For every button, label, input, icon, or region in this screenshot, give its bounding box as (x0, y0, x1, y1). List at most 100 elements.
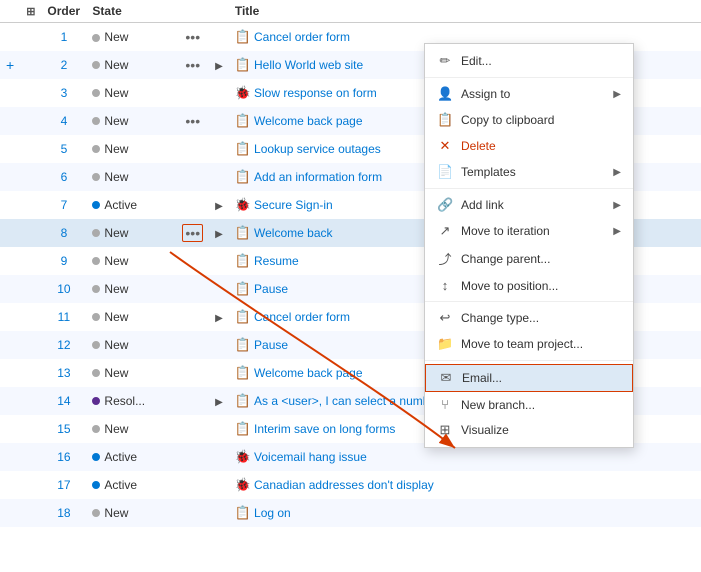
title-link[interactable]: Pause (254, 282, 288, 296)
title-link[interactable]: Secure Sign-in (254, 198, 333, 212)
menu-icon-visualize: ⊞ (437, 422, 453, 438)
order-cell: 2 (41, 51, 86, 79)
menu-submenu-arrow-move-iteration: ▶ (613, 226, 621, 237)
menu-item-visualize[interactable]: ⊞Visualize (425, 417, 633, 443)
add-cell (0, 275, 20, 303)
expand-cell (20, 303, 41, 331)
state-dot (92, 425, 100, 433)
title-link[interactable]: Slow response on form (254, 86, 377, 100)
expand-arrow-icon[interactable]: ▶ (215, 61, 223, 72)
state-dot (92, 509, 100, 517)
dots-cell (176, 275, 209, 303)
book-icon: 📋 (235, 505, 251, 520)
menu-label-change-parent: Change parent... (461, 252, 621, 266)
state-label: New (104, 142, 128, 156)
menu-item-edit[interactable]: ✏Edit... (425, 48, 633, 74)
expand-arrow-cell (209, 79, 229, 107)
title-link[interactable]: Welcome back page (254, 114, 363, 128)
dots-menu-icon[interactable]: ••• (185, 113, 200, 129)
title-link[interactable]: Hello World web site (254, 58, 363, 72)
title-link[interactable]: Welcome back page (254, 366, 363, 380)
order-cell: 4 (41, 107, 86, 135)
expand-arrow-cell: ▶ (209, 219, 229, 247)
state-label: Resol... (104, 394, 145, 408)
state-cell: Resol... (86, 387, 176, 415)
menu-icon-templates: 📄 (437, 164, 453, 180)
col-arrow-header (209, 0, 229, 23)
expand-arrow-cell (209, 107, 229, 135)
dots-cell: ••• (176, 51, 209, 79)
menu-item-email[interactable]: ✉Email... (425, 364, 633, 392)
menu-divider (425, 77, 633, 78)
order-cell: 7 (41, 191, 86, 219)
title-link[interactable]: Interim save on long forms (254, 422, 395, 436)
dots-cell (176, 191, 209, 219)
menu-icon-change-type: ↩ (437, 310, 453, 326)
title-link[interactable]: Add an information form (254, 170, 382, 184)
title-link[interactable]: Welcome back (254, 226, 332, 240)
menu-label-new-branch: New branch... (461, 398, 621, 412)
menu-item-delete[interactable]: ✕Delete (425, 133, 633, 159)
add-row-icon[interactable]: + (6, 57, 14, 73)
add-cell (0, 387, 20, 415)
menu-submenu-arrow-add-link: ▶ (613, 200, 621, 211)
title-link[interactable]: Cancel order form (254, 310, 350, 324)
dots-cell (176, 359, 209, 387)
book-icon: 📋 (235, 225, 251, 240)
state-cell: Active (86, 191, 176, 219)
menu-item-move-team[interactable]: 📁Move to team project... (425, 331, 633, 357)
expand-cell (20, 51, 41, 79)
dots-menu-icon[interactable]: ••• (185, 57, 200, 73)
expand-arrow-cell (209, 443, 229, 471)
order-cell: 14 (41, 387, 86, 415)
book-icon: 📋 (235, 421, 251, 436)
menu-item-move-position[interactable]: ↕Move to position... (425, 273, 633, 298)
expand-arrow-icon[interactable]: ▶ (215, 397, 223, 408)
title-link[interactable]: As a <user>, I can select a numbe (254, 394, 436, 408)
menu-item-new-branch[interactable]: ⑂New branch... (425, 392, 633, 417)
add-cell (0, 303, 20, 331)
book-icon: 📋 (235, 337, 251, 352)
col-expand-header: ⊞ (20, 0, 41, 23)
expand-arrow-icon[interactable]: ▶ (215, 313, 223, 324)
menu-item-move-iteration[interactable]: ↗Move to iteration▶ (425, 218, 633, 244)
state-label: New (104, 282, 128, 296)
menu-item-change-type[interactable]: ↩Change type... (425, 305, 633, 331)
menu-icon-change-parent: ⤴ (437, 249, 453, 268)
title-link[interactable]: Resume (254, 254, 299, 268)
dots-menu-icon[interactable]: ••• (185, 29, 200, 45)
state-cell: New (86, 331, 176, 359)
dots-cell (176, 331, 209, 359)
menu-label-move-team: Move to team project... (461, 337, 621, 351)
menu-label-edit: Edit... (461, 54, 621, 68)
title-link[interactable]: Cancel order form (254, 30, 350, 44)
menu-item-copy-clipboard[interactable]: 📋Copy to clipboard (425, 107, 633, 133)
table-row: 17Active🐞Canadian addresses don't displa… (0, 471, 701, 499)
title-link[interactable]: Canadian addresses don't display (254, 478, 434, 492)
expand-arrow-cell: ▶ (209, 51, 229, 79)
menu-icon-email: ✉ (438, 370, 454, 386)
menu-divider (425, 188, 633, 189)
add-cell (0, 191, 20, 219)
state-cell: New (86, 219, 176, 247)
expand-arrow-cell: ▶ (209, 387, 229, 415)
expand-arrow-icon[interactable]: ▶ (215, 201, 223, 212)
menu-item-change-parent[interactable]: ⤴ Change parent... (425, 244, 633, 273)
dots-menu-icon[interactable]: ••• (182, 224, 203, 242)
title-link[interactable]: Voicemail hang issue (254, 450, 367, 464)
title-link[interactable]: Log on (254, 506, 291, 520)
book-icon: 📋 (235, 365, 251, 380)
state-label: New (104, 86, 128, 100)
state-dot (92, 481, 100, 489)
add-cell (0, 135, 20, 163)
menu-item-templates[interactable]: 📄Templates▶ (425, 159, 633, 185)
menu-item-add-link[interactable]: 🔗Add link▶ (425, 192, 633, 218)
state-cell: New (86, 79, 176, 107)
dots-cell (176, 387, 209, 415)
title-link[interactable]: Pause (254, 338, 288, 352)
expand-arrow-icon[interactable]: ▶ (215, 229, 223, 240)
menu-item-assign-to[interactable]: 👤Assign to▶ (425, 81, 633, 107)
order-cell: 6 (41, 163, 86, 191)
title-link[interactable]: Lookup service outages (254, 142, 381, 156)
state-cell: Active (86, 471, 176, 499)
